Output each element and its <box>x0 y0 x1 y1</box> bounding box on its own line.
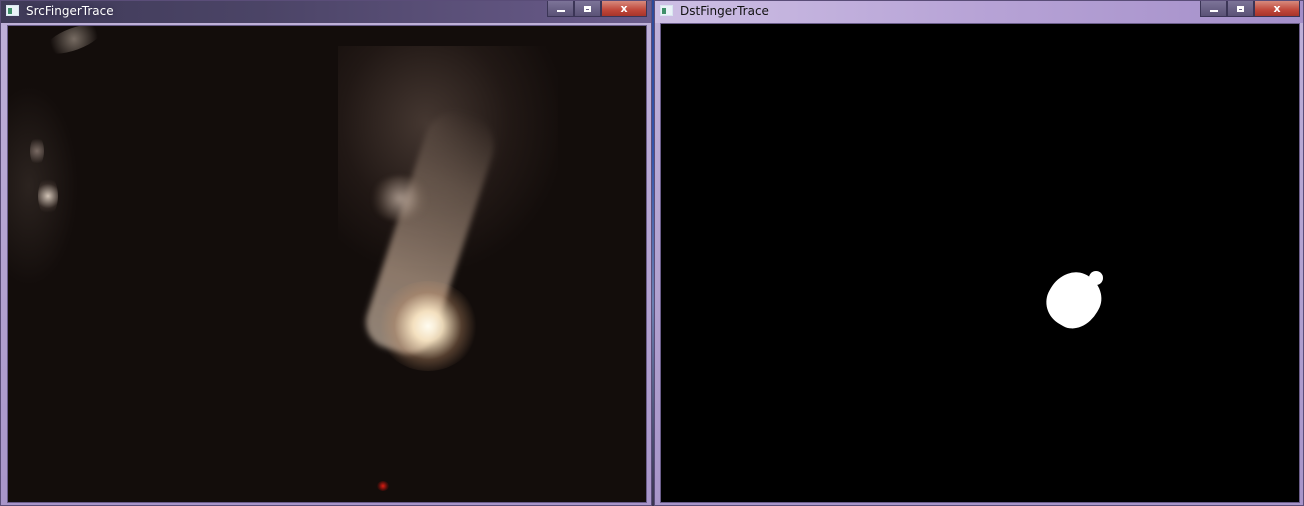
dst-finger-trace-window[interactable]: DstFingerTrace x <box>654 0 1304 506</box>
src-finger-trace-window[interactable]: SrcFingerTrace x <box>0 0 652 506</box>
dst-minimize-button[interactable] <box>1200 1 1227 17</box>
fingertip-light <box>378 281 478 371</box>
src-maximize-button[interactable] <box>574 1 601 17</box>
dst-titlebar[interactable]: DstFingerTrace x <box>655 1 1303 23</box>
src-minimize-button[interactable] <box>547 1 574 17</box>
light-glint <box>42 26 106 60</box>
light-glint <box>30 136 44 166</box>
src-window-title: SrcFingerTrace <box>26 4 114 18</box>
src-close-button[interactable]: x <box>601 1 647 17</box>
src-camera-frame <box>7 25 647 503</box>
app-window-icon <box>6 5 19 16</box>
dst-maximize-button[interactable] <box>1227 1 1254 17</box>
dst-window-title: DstFingerTrace <box>680 4 769 18</box>
maximize-icon <box>584 5 591 12</box>
minimize-icon <box>1209 10 1218 12</box>
maximize-icon <box>1237 5 1244 12</box>
minimize-icon <box>556 10 565 12</box>
app-window-icon <box>660 5 673 16</box>
dst-close-button[interactable]: x <box>1254 1 1300 17</box>
knuckle-highlight <box>370 176 430 221</box>
laser-dot <box>377 481 389 491</box>
close-icon: x <box>1273 2 1281 15</box>
detected-fingertip-blob-edge <box>1089 271 1103 285</box>
src-window-controls: x <box>547 1 647 18</box>
close-icon: x <box>620 2 628 15</box>
dst-window-controls: x <box>1200 1 1300 18</box>
dst-mask-frame <box>660 23 1300 503</box>
light-glint <box>38 176 58 216</box>
src-titlebar[interactable]: SrcFingerTrace x <box>1 1 651 23</box>
